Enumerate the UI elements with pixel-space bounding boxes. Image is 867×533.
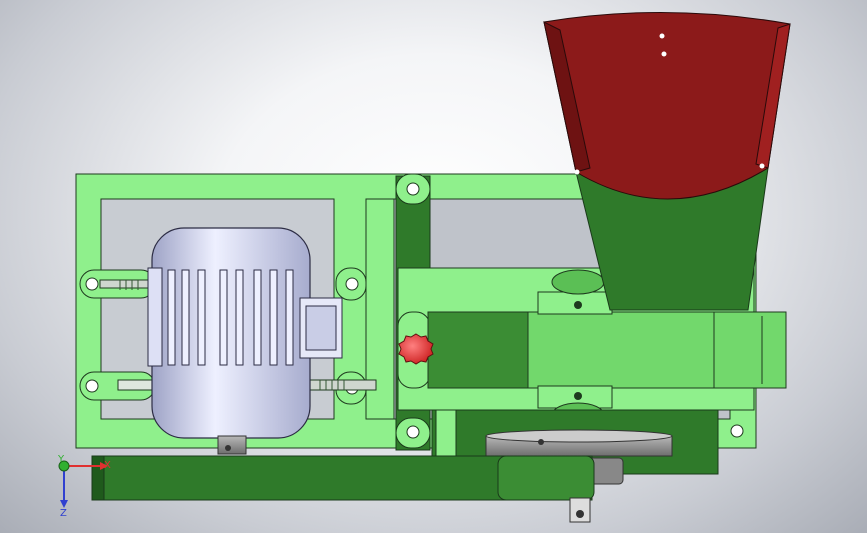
- y-axis-label: Y: [57, 454, 65, 465]
- x-axis-label: X: [104, 460, 111, 471]
- cad-model-view[interactable]: X Y Z: [0, 0, 867, 533]
- cad-viewport[interactable]: X Y Z: [0, 0, 867, 533]
- z-axis-label: Z: [60, 508, 67, 519]
- bottom-rail: [91, 455, 595, 523]
